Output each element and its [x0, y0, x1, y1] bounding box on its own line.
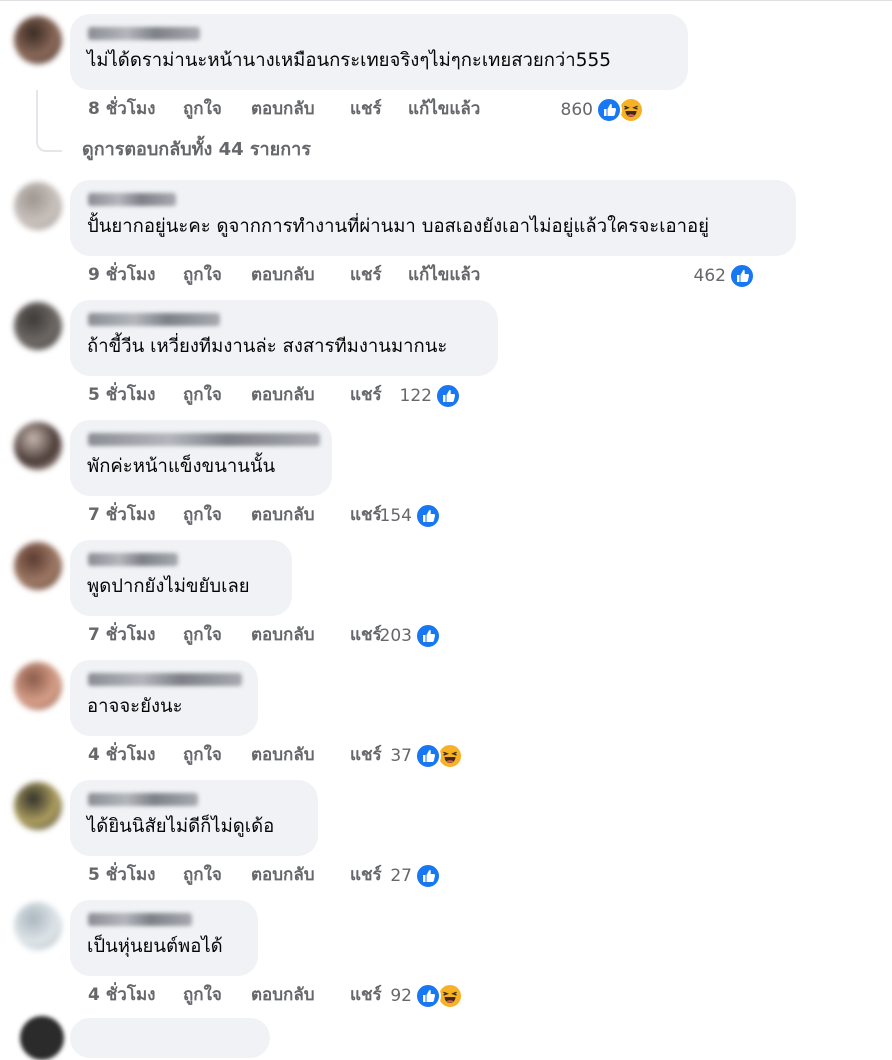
comment-text: ได้ยินนิสัยไม่ดีก็ไม่ดูเด้อ	[87, 816, 275, 837]
reply-button[interactable]: ตอบกลับ	[251, 980, 315, 1010]
view-replies-link[interactable]: ดูการตอบกลับทั้ง 44 รายการ	[82, 135, 311, 165]
edited-label[interactable]: แก้ไขแล้ว	[408, 260, 480, 290]
avatar[interactable]	[14, 16, 62, 64]
avatar[interactable]	[14, 902, 62, 950]
author-name[interactable]: (blurred name)	[88, 193, 176, 206]
comment-time[interactable]: 8 ชั่วโมง	[88, 94, 155, 124]
share-button[interactable]: แชร์	[350, 94, 382, 124]
comment-time[interactable]: 4 ชั่วโมง	[88, 740, 155, 770]
like-button[interactable]: ถูกใจ	[183, 860, 222, 890]
comment-bubble	[70, 1018, 270, 1058]
avatar[interactable]	[20, 1016, 64, 1060]
reply-button[interactable]: ตอบกลับ	[251, 860, 315, 890]
avatar[interactable]	[14, 782, 62, 830]
comment-bubble: (blurred name) พูดปากยังไม่ขยับเลย	[70, 540, 292, 616]
reaction-count: 462	[693, 266, 726, 286]
reaction-count: 154	[379, 506, 412, 526]
reply-button[interactable]: ตอบกลับ	[251, 620, 315, 650]
edited-label[interactable]: แก้ไขแล้ว	[408, 94, 480, 124]
author-name[interactable]: (blurred name)	[88, 553, 178, 566]
comment-text: ปั้นยากอยู่นะคะ ดูจากการทำงานที่ผ่านมา บ…	[87, 216, 709, 237]
like-button[interactable]: ถูกใจ	[183, 500, 222, 530]
comment-time[interactable]: 5 ชั่วโมง	[88, 860, 155, 890]
like-button[interactable]: ถูกใจ	[183, 620, 222, 650]
like-icon	[729, 263, 755, 289]
author-name[interactable]: (blurred name)	[88, 913, 192, 926]
comment-text: พูดปากยังไม่ขยับเลย	[87, 576, 250, 597]
like-icon	[435, 383, 461, 409]
avatar[interactable]	[14, 542, 62, 590]
reaction-count: 122	[399, 386, 432, 406]
like-icon	[415, 743, 441, 769]
avatar[interactable]	[14, 302, 62, 350]
comment-text: เป็นหุ่นยนต์พอได้	[87, 936, 223, 957]
reply-button[interactable]: ตอบกลับ	[251, 94, 315, 124]
reply-button[interactable]: ตอบกลับ	[251, 260, 315, 290]
reply-button[interactable]: ตอบกลับ	[251, 380, 315, 410]
comment-text: ถ้าขี้วีน เหวี่ยงทีมงานล่ะ สงสารทีมงานมา…	[87, 336, 448, 357]
author-name[interactable]: (blurred name)	[88, 673, 242, 686]
comment-time[interactable]: 7 ชั่วโมง	[88, 620, 155, 650]
like-button[interactable]: ถูกใจ	[183, 980, 222, 1010]
comment-bubble: (blurred name) อาจจะยังนะ	[70, 660, 258, 736]
share-button[interactable]: แชร์	[350, 380, 382, 410]
comment-bubble: (blurred name) ได้ยินนิสัยไม่ดีก็ไม่ดูเด้…	[70, 780, 318, 856]
like-icon	[415, 863, 441, 889]
avatar[interactable]	[14, 182, 62, 230]
comment-bubble: (blurred name) ถ้าขี้วีน เหวี่ยงทีมงานล่ะ…	[70, 300, 498, 376]
comment-time[interactable]: 5 ชั่วโมง	[88, 380, 155, 410]
comment-time[interactable]: 4 ชั่วโมง	[88, 980, 155, 1010]
reaction-count: 37	[390, 746, 412, 766]
reaction-count: 27	[390, 866, 412, 886]
comment-text: ไม่ได้ดราม่านะหน้านางเหมือนกระเทยจริงๆไม…	[87, 50, 612, 71]
comment-text: อาจจะยังนะ	[87, 696, 183, 717]
share-button[interactable]: แชร์	[350, 260, 382, 290]
reply-button[interactable]: ตอบกลับ	[251, 500, 315, 530]
like-button[interactable]: ถูกใจ	[183, 94, 222, 124]
avatar[interactable]	[14, 662, 62, 710]
reaction-count: 860	[560, 100, 593, 120]
replies-thread-line	[36, 90, 62, 152]
comment-bubble: (blurred name) ปั้นยากอยู่นะคะ ดูจากการทำ…	[70, 180, 796, 256]
author-name[interactable]: (blurred name)	[88, 313, 220, 326]
comment-time[interactable]: 7 ชั่วโมง	[88, 500, 155, 530]
comment-text: พักค่ะหน้าแข็งขนานนั้น	[87, 456, 276, 477]
like-icon	[415, 503, 441, 529]
top-divider	[0, 0, 892, 1]
like-button[interactable]: ถูกใจ	[183, 260, 222, 290]
author-name[interactable]: (blurred name)	[88, 433, 320, 446]
like-button[interactable]: ถูกใจ	[183, 740, 222, 770]
comment-bubble: (blurred name) เป็นหุ่นยนต์พอได้	[70, 900, 258, 976]
comment-bubble: (blurred name) ไม่ได้ดราม่านะหน้านางเหมือ…	[70, 14, 688, 90]
avatar[interactable]	[14, 422, 62, 470]
comment-time[interactable]: 9 ชั่วโมง	[88, 260, 155, 290]
like-icon	[596, 97, 622, 123]
like-icon	[415, 983, 441, 1009]
author-name[interactable]: (blurred name)	[88, 793, 198, 806]
comment-bubble: (blurred name) พักค่ะหน้าแข็งขนานนั้น	[70, 420, 332, 496]
author-name[interactable]: (blurred name)	[88, 27, 200, 40]
reply-button[interactable]: ตอบกลับ	[251, 740, 315, 770]
reaction-count: 203	[379, 626, 412, 646]
like-icon	[415, 623, 441, 649]
like-button[interactable]: ถูกใจ	[183, 380, 222, 410]
reaction-count: 92	[390, 986, 412, 1006]
